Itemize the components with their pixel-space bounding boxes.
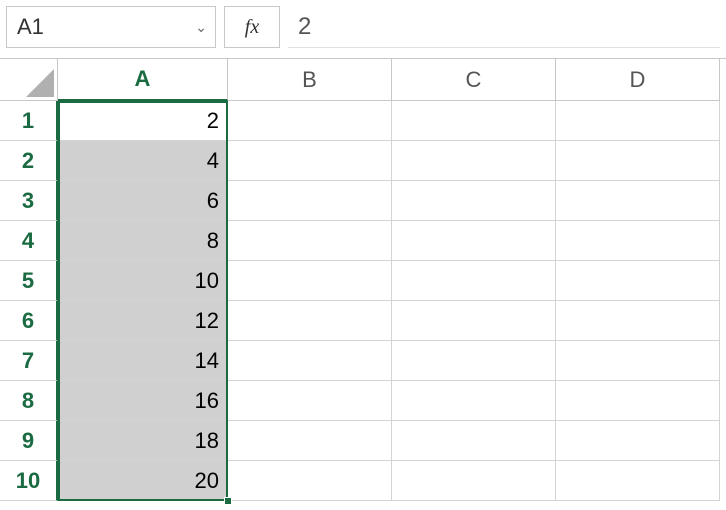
cell-d2[interactable]: [556, 141, 720, 181]
cell-a8[interactable]: 16: [58, 381, 228, 421]
row-header-3[interactable]: 3: [0, 181, 58, 221]
column-header-b[interactable]: B: [228, 59, 392, 101]
cell-b1[interactable]: [228, 101, 392, 141]
cell-b9[interactable]: [228, 421, 392, 461]
name-box[interactable]: A1 ⌄: [6, 6, 216, 48]
formula-bar: A1 ⌄ fx: [0, 0, 726, 58]
row-header-8[interactable]: 8: [0, 381, 58, 421]
cell-c3[interactable]: [392, 181, 556, 221]
cell-d3[interactable]: [556, 181, 720, 221]
fx-button[interactable]: fx: [224, 6, 280, 48]
name-box-value: A1: [17, 14, 44, 40]
cell-c4[interactable]: [392, 221, 556, 261]
cell-d9[interactable]: [556, 421, 720, 461]
cell-c1[interactable]: [392, 101, 556, 141]
cell-a7[interactable]: 14: [58, 341, 228, 381]
cell-d6[interactable]: [556, 301, 720, 341]
cell-c2[interactable]: [392, 141, 556, 181]
row-header-4[interactable]: 4: [0, 221, 58, 261]
cell-c9[interactable]: [392, 421, 556, 461]
fill-handle[interactable]: [224, 497, 232, 505]
cell-b5[interactable]: [228, 261, 392, 301]
chevron-down-icon[interactable]: ⌄: [195, 19, 207, 36]
cell-b7[interactable]: [228, 341, 392, 381]
cell-d8[interactable]: [556, 381, 720, 421]
cell-b8[interactable]: [228, 381, 392, 421]
cell-b10[interactable]: [228, 461, 392, 501]
selection-range[interactable]: 2 4 6 8 10 12 14 16 18 20: [58, 101, 228, 501]
cell-d4[interactable]: [556, 221, 720, 261]
row-header-10[interactable]: 10: [0, 461, 58, 501]
cell-b2[interactable]: [228, 141, 392, 181]
cell-c6[interactable]: [392, 301, 556, 341]
cell-a5[interactable]: 10: [58, 261, 228, 301]
cell-c8[interactable]: [392, 381, 556, 421]
row-header-7[interactable]: 7: [0, 341, 58, 381]
cell-a4[interactable]: 8: [58, 221, 228, 261]
cell-c10[interactable]: [392, 461, 556, 501]
row-header-9[interactable]: 9: [0, 421, 58, 461]
cell-a9[interactable]: 18: [58, 421, 228, 461]
row-header-1[interactable]: 1: [0, 101, 58, 141]
select-all-corner[interactable]: [0, 59, 58, 101]
column-header-d[interactable]: D: [556, 59, 720, 101]
row-header-6[interactable]: 6: [0, 301, 58, 341]
row-header-2[interactable]: 2: [0, 141, 58, 181]
cell-d10[interactable]: [556, 461, 720, 501]
cell-a10[interactable]: 20: [58, 461, 228, 501]
cell-b6[interactable]: [228, 301, 392, 341]
cell-a6[interactable]: 12: [58, 301, 228, 341]
cell-c7[interactable]: [392, 341, 556, 381]
cell-a3[interactable]: 6: [58, 181, 228, 221]
fx-label: fx: [245, 16, 259, 39]
cell-b4[interactable]: [228, 221, 392, 261]
cell-c5[interactable]: [392, 261, 556, 301]
column-header-a[interactable]: A: [58, 59, 228, 101]
row-header-5[interactable]: 5: [0, 261, 58, 301]
cell-b3[interactable]: [228, 181, 392, 221]
cell-d5[interactable]: [556, 261, 720, 301]
cell-d7[interactable]: [556, 341, 720, 381]
spreadsheet-grid: A B C D 1 2 4 6 8 10 12 14 16 18 20 2 3 …: [0, 58, 726, 501]
cell-a2[interactable]: 4: [58, 141, 228, 181]
column-header-c[interactable]: C: [392, 59, 556, 101]
formula-input[interactable]: [288, 6, 720, 48]
cell-d1[interactable]: [556, 101, 720, 141]
cell-a1[interactable]: 2: [58, 101, 228, 141]
